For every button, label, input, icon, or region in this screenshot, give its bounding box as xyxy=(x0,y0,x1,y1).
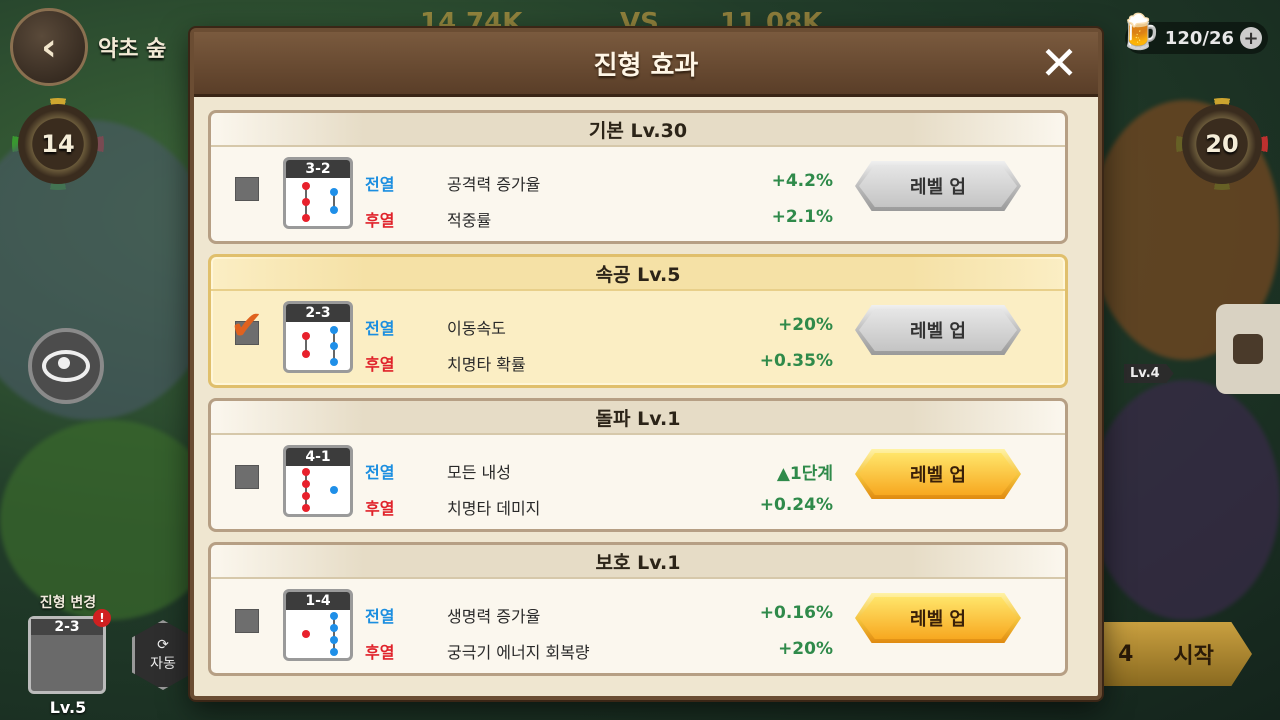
card-title-bar: 속공 Lv.5 xyxy=(211,257,1065,291)
card-title-bar: 돌파 Lv.1 xyxy=(211,401,1065,435)
modal-title: 진형 효과 xyxy=(593,50,699,81)
back-row-label: 후열 xyxy=(365,355,395,374)
resource-counter: 🍺 120/26 + xyxy=(1119,12,1268,54)
front-row-label: 전열 xyxy=(365,319,395,338)
start-count: 4 xyxy=(1118,641,1134,667)
back-stat-name: 치명타 확률 xyxy=(447,355,526,374)
select-checkbox[interactable] xyxy=(235,609,259,633)
formation-card-protect: 보호 Lv.1 1-4 전열 후열 생명력 증가율 궁극기 에너지 회복량 +0… xyxy=(208,542,1068,676)
formation-diagram-card: 3-2 xyxy=(283,157,353,229)
front-row-label: 전열 xyxy=(365,463,395,482)
back-arrow-icon: ‹ xyxy=(41,25,57,69)
enemy-compass-level: 20 xyxy=(1205,130,1239,158)
dice-button[interactable] xyxy=(1216,304,1280,394)
back-stat-name: 치명타 데미지 xyxy=(447,499,541,518)
card-title: 보호 Lv.1 xyxy=(595,551,681,574)
card-title: 속공 Lv.5 xyxy=(595,263,681,286)
eye-icon xyxy=(42,350,90,382)
checkmark-icon: ✔ xyxy=(230,303,264,349)
level-up-label: 레벨 업 xyxy=(910,465,966,486)
level-up-button[interactable]: 레벨 업 xyxy=(855,305,1021,355)
ally-compass-level: 14 xyxy=(41,130,75,158)
front-stat-value: ▲1단계 xyxy=(776,464,833,484)
formation-diagram-card: 1-4 xyxy=(283,589,353,661)
formation-diagram xyxy=(286,178,350,226)
back-stat-value: +0.24% xyxy=(759,495,833,515)
formation-diagram-card: 2-3 xyxy=(283,301,353,373)
front-stat-value: +20% xyxy=(778,315,833,335)
notification-badge: ! xyxy=(93,609,111,627)
level-up-button-face: 레벨 업 xyxy=(859,165,1017,207)
formation-change-code: 2-3 xyxy=(31,619,103,635)
level-up-label: 레벨 업 xyxy=(910,609,966,630)
formation-diagram xyxy=(286,466,350,514)
level-up-button-face: 레벨 업 xyxy=(859,597,1017,639)
modal-header: 진형 효과 ✕ xyxy=(194,32,1098,97)
auto-label: 자동 xyxy=(150,656,176,672)
card-title-bar: 기본 Lv.30 xyxy=(211,113,1065,147)
level-up-button[interactable]: 레벨 업 xyxy=(855,449,1021,499)
formation-card-basic: 기본 Lv.30 3-2 전열 후열 공격력 증가율 적중률 +4.2% +2.… xyxy=(208,110,1068,244)
formation-list: 기본 Lv.30 3-2 전열 후열 공격력 증가율 적중률 +4.2% +2.… xyxy=(208,110,1078,686)
front-stat-name: 생명력 증가율 xyxy=(447,607,541,626)
select-checkbox[interactable]: ✔ xyxy=(230,306,264,346)
back-stat-value: +2.1% xyxy=(771,207,833,227)
formation-change-card[interactable]: 2-3 ! xyxy=(28,609,111,694)
formation-card-speed: 속공 Lv.5 ✔ 2-3 전열 후열 이동속도 치명타 확률 +20% +0.… xyxy=(208,254,1068,388)
formation-code: 2-3 xyxy=(286,304,350,322)
ally-power-compass: 14 xyxy=(12,98,104,190)
back-stat-value: +20% xyxy=(778,639,833,659)
formation-code: 4-1 xyxy=(286,448,350,466)
stage-name: 약초 숲 xyxy=(98,37,167,62)
front-stat-value: +4.2% xyxy=(771,171,833,191)
formation-change-level: Lv.5 xyxy=(49,698,87,717)
card-title: 기본 Lv.30 xyxy=(588,119,688,142)
front-stat-name: 이동속도 xyxy=(447,319,506,338)
back-row-label: 후열 xyxy=(365,499,395,518)
formation-diagram xyxy=(286,610,350,658)
formation-code: 1-4 xyxy=(286,592,350,610)
top-left-bar: ‹ 약초 숲 xyxy=(10,8,166,86)
formation-card-breakthrough: 돌파 Lv.1 4-1 전열 후열 모든 내성 치명타 데미지 ▲1단계 +0.… xyxy=(208,398,1068,532)
beer-mug-icon: 🍺 xyxy=(1118,12,1162,52)
auto-refresh-icon: ⟳ xyxy=(157,637,169,653)
level-up-label: 레벨 업 xyxy=(910,321,966,342)
front-stat-value: +0.16% xyxy=(759,603,833,623)
select-checkbox[interactable] xyxy=(235,465,259,489)
add-resource-button[interactable]: + xyxy=(1240,27,1262,49)
enemy-level-tag: Lv.4 xyxy=(1124,364,1174,383)
back-stat-name: 궁극기 에너지 회복량 xyxy=(447,643,590,662)
back-row-label: 후열 xyxy=(365,211,395,230)
close-icon[interactable]: ✕ xyxy=(1036,40,1082,86)
formation-diagram-card: 4-1 xyxy=(283,445,353,517)
resource-value: 120/26 xyxy=(1164,27,1234,49)
back-stat-name: 적중률 xyxy=(447,211,492,230)
dice-icon xyxy=(1233,334,1263,364)
formation-diagram xyxy=(286,322,350,370)
select-checkbox[interactable] xyxy=(235,177,259,201)
start-label: 시작 xyxy=(1173,644,1214,669)
back-button[interactable]: ‹ xyxy=(10,8,88,86)
card-title-bar: 보호 Lv.1 xyxy=(211,545,1065,579)
front-stat-name: 공격력 증가율 xyxy=(447,175,541,194)
formation-code: 3-2 xyxy=(286,160,350,178)
level-up-button-face: 레벨 업 xyxy=(859,309,1017,351)
front-row-label: 전열 xyxy=(365,175,395,194)
front-row-label: 전열 xyxy=(365,607,395,626)
view-toggle-button[interactable] xyxy=(28,328,104,404)
formation-change-label: 진형 변경 xyxy=(39,595,97,611)
back-row-label: 후열 xyxy=(365,643,395,662)
enemy-power-compass: 20 xyxy=(1176,98,1268,190)
level-up-button-face: 레벨 업 xyxy=(859,453,1017,495)
back-stat-value: +0.35% xyxy=(759,351,833,371)
level-up-button[interactable]: 레벨 업 xyxy=(855,593,1021,643)
start-button[interactable]: 4 시작 xyxy=(1080,622,1252,686)
card-title: 돌파 Lv.1 xyxy=(595,407,681,430)
formation-change-panel[interactable]: 진형 변경 2-3 ! Lv.5 xyxy=(28,592,111,717)
level-up-button[interactable]: 레벨 업 xyxy=(855,161,1021,211)
formation-effect-modal: 진형 효과 ✕ 기본 Lv.30 3-2 전열 후열 공격력 증가율 적중률 +… xyxy=(190,28,1102,700)
level-up-label: 레벨 업 xyxy=(910,177,966,198)
front-stat-name: 모든 내성 xyxy=(447,463,511,482)
